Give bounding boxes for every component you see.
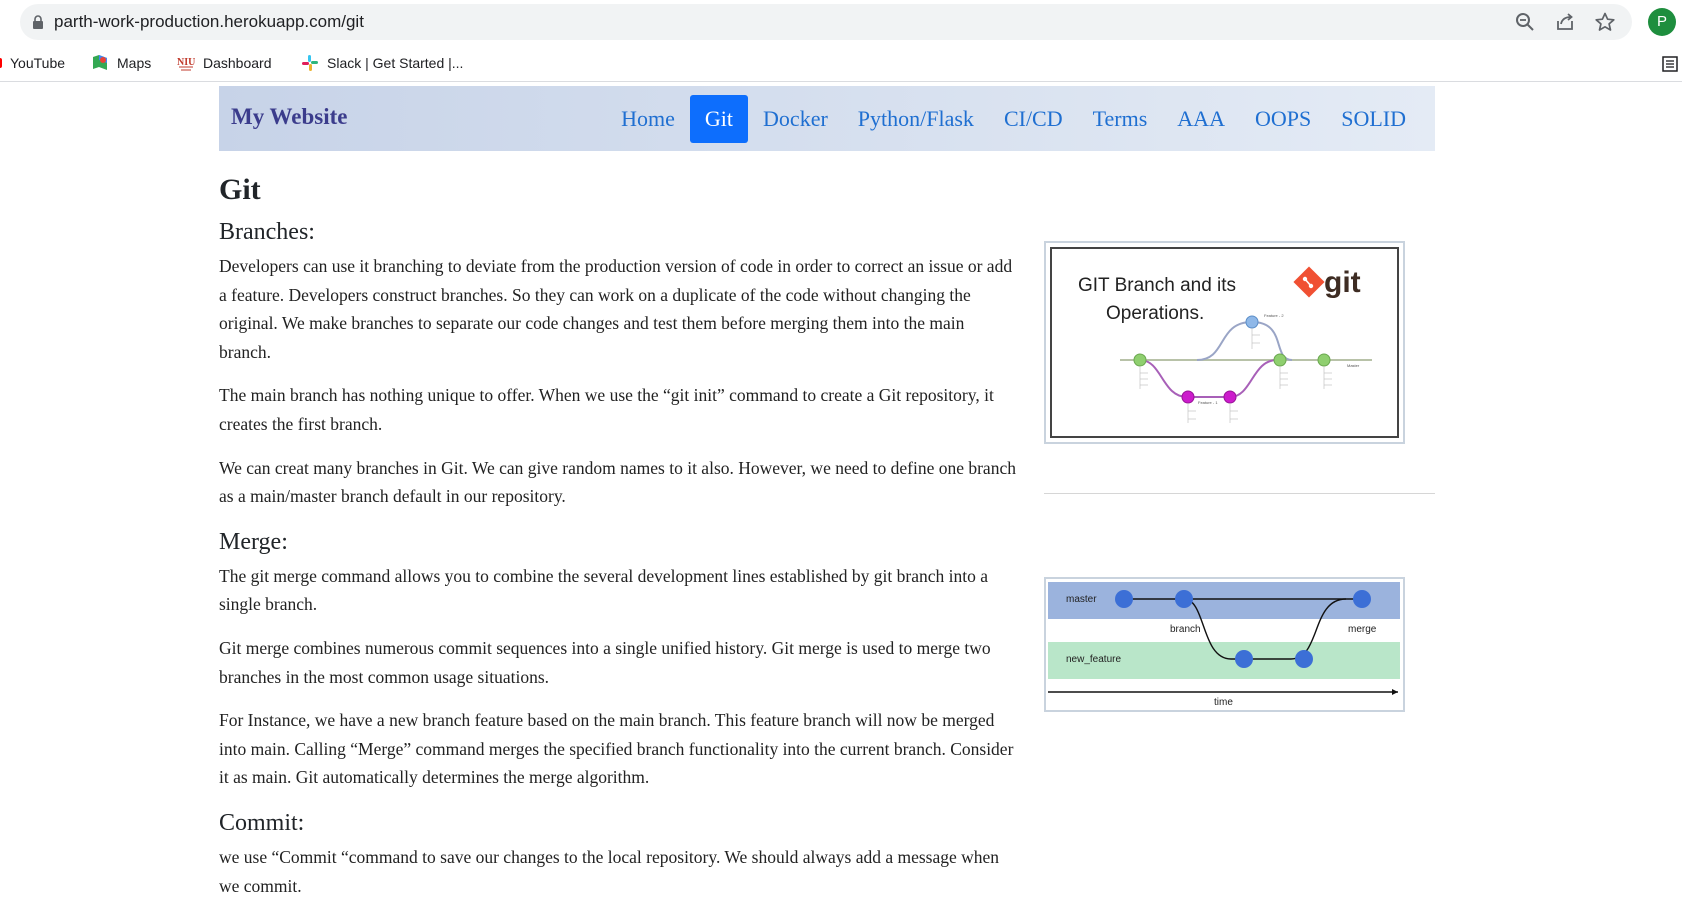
section-heading-branches: Branches: [219,219,315,245]
nav-docker[interactable]: Docker [748,95,843,143]
paragraph: we use “Commit “command to save our chan… [219,846,1000,896]
nav-terms[interactable]: Terms [1078,95,1163,143]
svg-text:NIU: NIU [177,57,195,68]
bookmark-youtube[interactable]: YouTube [0,54,65,72]
paragraph: We can creat many branches in Git. We ca… [219,457,1016,507]
bookmarks-bar: YouTube Maps NIU Dashboard Slack | Get S… [0,46,1682,82]
bookmark-label: YouTube [10,55,66,71]
url-text[interactable]: parth-work-production.herokuapp.com/git [54,12,364,32]
nav-oops[interactable]: OOPS [1240,95,1326,143]
address-bar[interactable]: parth-work-production.herokuapp.com/git [20,4,1632,40]
master-label: Master [1347,363,1360,368]
bookmark-label: Dashboard [203,55,272,71]
browser-toolbar: parth-work-production.herokuapp.com/git … [0,0,1682,44]
figure1-title-line2: Operations. [1106,303,1204,324]
git-merge-diagram: master new_feature branch merge time [1048,582,1400,708]
slack-icon [301,54,319,72]
feature1-label: Feature - 1 [1198,400,1218,405]
divider [1044,493,1435,494]
git-logo-text: git [1324,266,1361,299]
git-branch-diagram: GIT Branch and its Operations. git Featu… [1078,266,1372,423]
nav-aaa[interactable]: AAA [1162,95,1240,143]
page-title: Git [219,173,261,206]
share-icon[interactable] [1554,11,1576,33]
bookmark-label: Slack | Get Started |... [327,55,464,71]
section-heading-merge: Merge: [219,528,288,555]
star-icon[interactable] [1594,11,1616,33]
nav-ci-cd[interactable]: CI/CD [989,95,1078,143]
section-heading-commit: Commit: [219,809,305,836]
youtube-icon [0,54,2,72]
nav-menu: Home Git Docker Python/Flask CI/CD Terms… [606,95,1421,143]
merge-label: merge [1348,624,1377,635]
nav-git[interactable]: Git [689,95,749,143]
nav-home[interactable]: Home [606,95,690,143]
bookmark-slack[interactable]: Slack | Get Started |... [301,54,463,72]
paragraph: The main branch has nothing unique to of… [219,385,994,434]
maps-icon [91,54,109,72]
zoom-icon[interactable] [1514,11,1536,33]
figure1-title-line1: GIT Branch and its [1078,275,1236,296]
nav-python-flask[interactable]: Python/Flask [843,95,989,143]
time-label: time [1214,697,1233,708]
nav-solid[interactable]: SOLID [1326,95,1421,143]
main-content: Git Branches: Developers can use it bran… [219,170,1019,915]
git-logo-icon [1293,266,1325,298]
new-feature-branch-label: new_feature [1066,654,1121,665]
paragraph: Developers can use it branching to devia… [219,256,1013,362]
paragraph: For Instance, we have a new branch featu… [219,710,1014,788]
git-merge-figure: master new_feature branch merge time [1044,577,1405,712]
paragraph: The git merge command allows you to comb… [219,565,988,615]
feature2-label: Feature - 2 [1264,313,1284,318]
reading-list-icon[interactable] [1662,56,1678,72]
master-branch-label: master [1066,594,1097,605]
branch-label: branch [1170,624,1201,635]
site-brand[interactable]: My Website [231,104,347,130]
site-navbar: My Website Home Git Docker Python/Flask … [219,86,1435,151]
paragraph: Git merge combines numerous commit seque… [219,637,991,687]
bookmark-label: Maps [117,55,152,71]
lock-icon [33,15,43,29]
bookmark-maps[interactable]: Maps [91,54,151,72]
profile-avatar[interactable]: P [1648,8,1676,36]
bookmark-dashboard[interactable]: NIU Dashboard [177,54,272,72]
git-branch-figure: GIT Branch and its Operations. git Featu… [1044,241,1405,444]
dashboard-icon: NIU [177,54,195,72]
